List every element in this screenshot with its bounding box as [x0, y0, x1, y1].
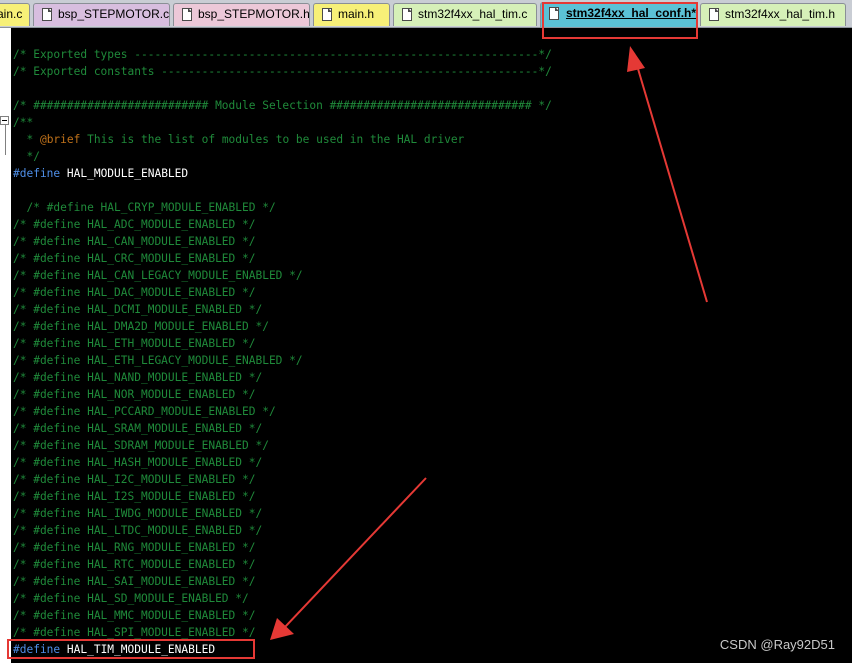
- code-token: /* #define HAL_ETH_LEGACY_MODULE_ENABLED…: [13, 354, 303, 367]
- code-token: /* #define HAL_PCCARD_MODULE_ENABLED */: [13, 405, 276, 418]
- code-token: This is the list of modules to be used i…: [80, 133, 465, 146]
- fold-gutter: [0, 28, 11, 663]
- code-token: /* #define HAL_HASH_MODULE_ENABLED */: [13, 456, 263, 469]
- code-token: #define: [13, 167, 61, 180]
- tab-label: stm32f4xx_hal_tim.h: [725, 7, 836, 21]
- code-line[interactable]: */: [13, 148, 552, 165]
- code-token: @brief: [39, 133, 81, 146]
- code-line[interactable]: /* #define HAL_ETH_LEGACY_MODULE_ENABLED…: [13, 352, 552, 369]
- code-token: /* #define HAL_SD_MODULE_ENABLED */: [13, 592, 249, 605]
- code-line[interactable]: /* #define HAL_CAN_MODULE_ENABLED */: [13, 233, 552, 250]
- fold-guide: [5, 120, 6, 155]
- fold-toggle-icon[interactable]: [0, 116, 9, 125]
- code-line[interactable]: /* #define HAL_NOR_MODULE_ENABLED */: [13, 386, 552, 403]
- tab-label: main.h: [338, 7, 375, 21]
- code-line[interactable]: /* #define HAL_PCCARD_MODULE_ENABLED */: [13, 403, 552, 420]
- tab-stm32f4xx-hal-tim-h[interactable]: stm32f4xx_hal_tim.h: [700, 3, 846, 26]
- code-line[interactable]: /* #define HAL_I2S_MODULE_ENABLED */: [13, 488, 552, 505]
- code-editor[interactable]: /* Exported types ----------------------…: [0, 28, 852, 663]
- code-line[interactable]: /* #define HAL_ADC_MODULE_ENABLED */: [13, 216, 552, 233]
- code-token: /* #define HAL_CRYP_MODULE_ENABLED */: [13, 201, 276, 214]
- code-token: /* #define HAL_SDRAM_MODULE_ENABLED */: [13, 439, 269, 452]
- code-line[interactable]: /* ########################## Module Sel…: [13, 97, 552, 114]
- file-icon: [322, 8, 332, 21]
- code-line[interactable]: /**: [13, 114, 552, 131]
- code-line[interactable]: /* #define HAL_CAN_LEGACY_MODULE_ENABLED…: [13, 267, 552, 284]
- code-token: /* #define HAL_IWDG_MODULE_ENABLED */: [13, 507, 263, 520]
- code-line[interactable]: * @brief This is the list of modules to …: [13, 131, 552, 148]
- file-icon: [42, 8, 52, 21]
- code-token: /* #define HAL_I2S_MODULE_ENABLED */: [13, 490, 256, 503]
- file-icon: [402, 8, 412, 21]
- tab-label: stm32f4xx_hal_tim.c: [418, 7, 528, 21]
- editor-window: ain.c bsp_STEPMOTOR.c bsp_STEPMOTOR.h ma…: [0, 0, 852, 663]
- code-token: *: [13, 133, 40, 146]
- code-line[interactable]: /* #define HAL_IWDG_MODULE_ENABLED */: [13, 505, 552, 522]
- code-token: /* #define HAL_NAND_MODULE_ENABLED */: [13, 371, 263, 384]
- file-icon: [709, 8, 719, 21]
- code-line[interactable]: /* #define HAL_SD_MODULE_ENABLED */: [13, 590, 552, 607]
- code-token: /* #define HAL_CRC_MODULE_ENABLED */: [13, 252, 256, 265]
- code-line[interactable]: /* Exported types ----------------------…: [13, 46, 552, 63]
- file-icon: [182, 8, 192, 21]
- highlight-box-tim-define: [7, 639, 255, 659]
- code-line[interactable]: #define HAL_MODULE_ENABLED: [13, 165, 552, 182]
- code-line[interactable]: /* #define HAL_I2C_MODULE_ENABLED */: [13, 471, 552, 488]
- code-line[interactable]: [13, 80, 552, 97]
- code-token: */: [13, 150, 40, 163]
- highlight-box-active-tab: [542, 2, 698, 39]
- code-line[interactable]: /* #define HAL_SDRAM_MODULE_ENABLED */: [13, 437, 552, 454]
- watermark: CSDN @Ray92D51: [719, 637, 835, 652]
- code-token: HAL_MODULE_ENABLED: [60, 167, 189, 180]
- code-line[interactable]: /* #define HAL_DMA2D_MODULE_ENABLED */: [13, 318, 552, 335]
- tab-main-c[interactable]: ain.c: [0, 3, 30, 26]
- code-line[interactable]: /* #define HAL_RTC_MODULE_ENABLED */: [13, 556, 552, 573]
- code-token: /* #define HAL_DAC_MODULE_ENABLED */: [13, 286, 256, 299]
- code-line[interactable]: /* #define HAL_NAND_MODULE_ENABLED */: [13, 369, 552, 386]
- code-token: /* #define HAL_LTDC_MODULE_ENABLED */: [13, 524, 263, 537]
- code-token: /* #define HAL_SPI_MODULE_ENABLED */: [13, 626, 256, 639]
- code-token: /* #define HAL_MMC_MODULE_ENABLED */: [13, 609, 256, 622]
- code-line[interactable]: /* #define HAL_SRAM_MODULE_ENABLED */: [13, 420, 552, 437]
- code-line[interactable]: /* #define HAL_SAI_MODULE_ENABLED */: [13, 573, 552, 590]
- tab-bsp-stepmotor-h[interactable]: bsp_STEPMOTOR.h: [173, 3, 310, 26]
- code-token: /* #define HAL_ETH_MODULE_ENABLED */: [13, 337, 256, 350]
- tab-main-h[interactable]: main.h: [313, 3, 390, 26]
- code-token: /* #define HAL_DMA2D_MODULE_ENABLED */: [13, 320, 269, 333]
- code-token: /* #define HAL_SAI_MODULE_ENABLED */: [13, 575, 256, 588]
- code-token: /* #define HAL_I2C_MODULE_ENABLED */: [13, 473, 256, 486]
- tab-stm32f4xx-hal-tim-c[interactable]: stm32f4xx_hal_tim.c: [393, 3, 537, 26]
- code-line[interactable]: /* #define HAL_ETH_MODULE_ENABLED */: [13, 335, 552, 352]
- code-lines[interactable]: /* Exported types ----------------------…: [13, 46, 552, 658]
- code-token: /* #define HAL_CAN_MODULE_ENABLED */: [13, 235, 256, 248]
- code-line[interactable]: /* Exported constants ------------------…: [13, 63, 552, 80]
- code-token: /* #define HAL_DCMI_MODULE_ENABLED */: [13, 303, 263, 316]
- tab-bar: ain.c bsp_STEPMOTOR.c bsp_STEPMOTOR.h ma…: [0, 0, 852, 28]
- code-line[interactable]: /* #define HAL_DAC_MODULE_ENABLED */: [13, 284, 552, 301]
- tab-bsp-stepmotor-c[interactable]: bsp_STEPMOTOR.c: [33, 3, 170, 26]
- code-token: /* #define HAL_ADC_MODULE_ENABLED */: [13, 218, 256, 231]
- code-token: /* #define HAL_RNG_MODULE_ENABLED */: [13, 541, 256, 554]
- code-token: /* Exported types ----------------------…: [13, 48, 552, 61]
- code-token: /* #define HAL_RTC_MODULE_ENABLED */: [13, 558, 256, 571]
- code-token: /* #define HAL_NOR_MODULE_ENABLED */: [13, 388, 256, 401]
- code-line[interactable]: /* #define HAL_MMC_MODULE_ENABLED */: [13, 607, 552, 624]
- code-line[interactable]: [13, 182, 552, 199]
- code-token: /* #define HAL_CAN_LEGACY_MODULE_ENABLED…: [13, 269, 303, 282]
- tab-label: bsp_STEPMOTOR.c: [58, 7, 170, 21]
- tab-label: bsp_STEPMOTOR.h: [198, 7, 310, 21]
- code-token: /* ########################## Module Sel…: [13, 99, 552, 112]
- code-line[interactable]: /* #define HAL_RNG_MODULE_ENABLED */: [13, 539, 552, 556]
- code-token: /**: [13, 116, 34, 129]
- code-line[interactable]: /* #define HAL_CRYP_MODULE_ENABLED */: [13, 199, 552, 216]
- code-line[interactable]: /* #define HAL_CRC_MODULE_ENABLED */: [13, 250, 552, 267]
- code-token: /* #define HAL_SRAM_MODULE_ENABLED */: [13, 422, 263, 435]
- code-line[interactable]: /* #define HAL_HASH_MODULE_ENABLED */: [13, 454, 552, 471]
- code-line[interactable]: /* #define HAL_LTDC_MODULE_ENABLED */: [13, 522, 552, 539]
- tab-label: ain.c: [0, 7, 23, 21]
- code-token: /* Exported constants ------------------…: [13, 65, 552, 78]
- code-line[interactable]: /* #define HAL_DCMI_MODULE_ENABLED */: [13, 301, 552, 318]
